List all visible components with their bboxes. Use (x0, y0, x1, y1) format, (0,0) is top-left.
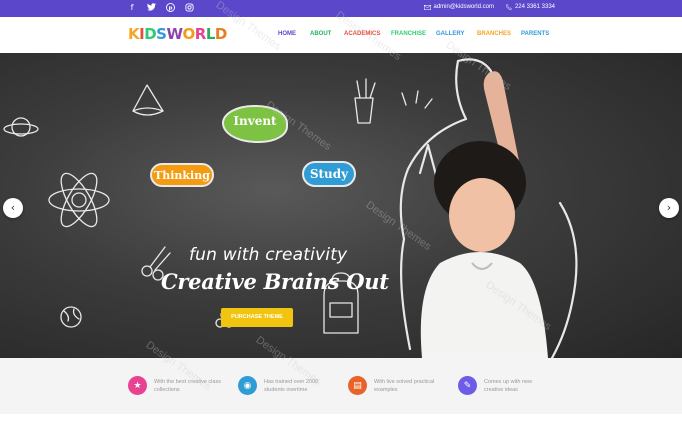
main-navigation: HOME ABOUT ACADEMICS FRANCHISE GALLERY BRANCH… (278, 31, 551, 37)
twitter-icon[interactable] (146, 3, 156, 13)
nav-branches[interactable]: BRANCHES (477, 31, 521, 37)
thinking-bubble: Thinking (150, 163, 214, 187)
slider-next-button[interactable]: › (659, 198, 679, 218)
kidsworld-logo[interactable]: KIDSWORLD (128, 25, 227, 43)
feature-text: Comes up with new creative ideas (484, 379, 532, 393)
pencil-cup-doodle (354, 78, 376, 124)
logo-letter: W (166, 25, 183, 43)
feature-item: ★ With the best creative class collection… (128, 376, 222, 395)
hero-tagline: fun with creativity (189, 245, 348, 265)
logo-letter: S (156, 25, 167, 43)
nav-franchise[interactable]: FRANCHISE (391, 31, 436, 37)
contact-info: admin@kidsworld.com 224 3361 3334 (423, 4, 555, 10)
child-photo (420, 71, 548, 358)
logo-letter: L (205, 25, 216, 43)
nav-gallery[interactable]: GALLERY (436, 31, 477, 37)
study-label: Study (309, 167, 349, 181)
chevron-right-icon: › (666, 201, 672, 214)
pinterest-icon[interactable]: p (165, 3, 175, 13)
nav-about[interactable]: ABOUT (310, 31, 344, 37)
study-bubble: Study (302, 161, 356, 187)
hero-headline: Creative Brains Out (161, 269, 389, 294)
email-contact[interactable]: admin@kidsworld.com (423, 4, 494, 10)
invent-label: Invent (233, 114, 277, 128)
site-header: KIDSWORLD HOME ABOUT ACADEMICS FRANCHISE GAL… (0, 17, 682, 53)
feature-item: ▤ With live solved practical examples (348, 376, 442, 395)
invent-bubble: Invent (222, 105, 288, 143)
email-text: admin@kidsworld.com (433, 4, 494, 10)
star-icon: ★ (128, 376, 147, 395)
feature-text: With live solved practical examples (374, 379, 435, 393)
facebook-icon[interactable]: f (127, 3, 137, 13)
social-links: f p (127, 3, 194, 13)
lightbulb-icon: ✎ (458, 376, 477, 395)
thinking-label: Thinking (154, 169, 210, 182)
phone-contact[interactable]: 224 3361 3334 (505, 4, 555, 10)
logo-letter: O (182, 25, 196, 43)
atom-brain-doodle (48, 172, 110, 228)
chevron-left-icon: ‹ (10, 201, 16, 214)
clipboard-icon: ▤ (348, 376, 367, 395)
nav-parents[interactable]: PARENTS (521, 31, 551, 37)
planet-doodle (3, 117, 39, 137)
logo-letter: K (128, 25, 140, 43)
feature-item: ✎ Comes up with new creative ideas (458, 376, 552, 395)
slider-prev-button[interactable]: ‹ (3, 198, 23, 218)
logo-letter: R (194, 25, 207, 43)
logo-letter: D (144, 25, 157, 43)
cone-doodle (132, 84, 164, 116)
eye-icon: ◉ (238, 376, 257, 395)
nav-academics[interactable]: ACADEMICS (344, 31, 391, 37)
purchase-theme-button[interactable]: PURCHASE THEME (221, 308, 293, 327)
feature-text: Has trained over 2000 students overtime (264, 379, 319, 393)
feature-item: ◉ Has trained over 2000 students overtime (238, 376, 332, 395)
phone-text: 224 3361 3334 (514, 4, 555, 10)
feature-text: With the best creative class collections (154, 379, 221, 393)
globe-doodle (60, 306, 82, 328)
phone-icon (505, 4, 512, 10)
footer-edge (0, 414, 682, 426)
nav-home[interactable]: HOME (278, 31, 310, 37)
features-strip: ★ With the best creative class collection… (0, 358, 682, 414)
instagram-icon[interactable] (184, 3, 194, 13)
hero-slider: Invent Thinking Study fun with creativit… (0, 53, 682, 358)
top-bar: f p admin@kidsworld.com 224 3361 3334 (0, 0, 682, 17)
logo-letter: D (214, 25, 227, 43)
svg-text:p: p (168, 6, 172, 12)
mail-icon (423, 4, 431, 10)
